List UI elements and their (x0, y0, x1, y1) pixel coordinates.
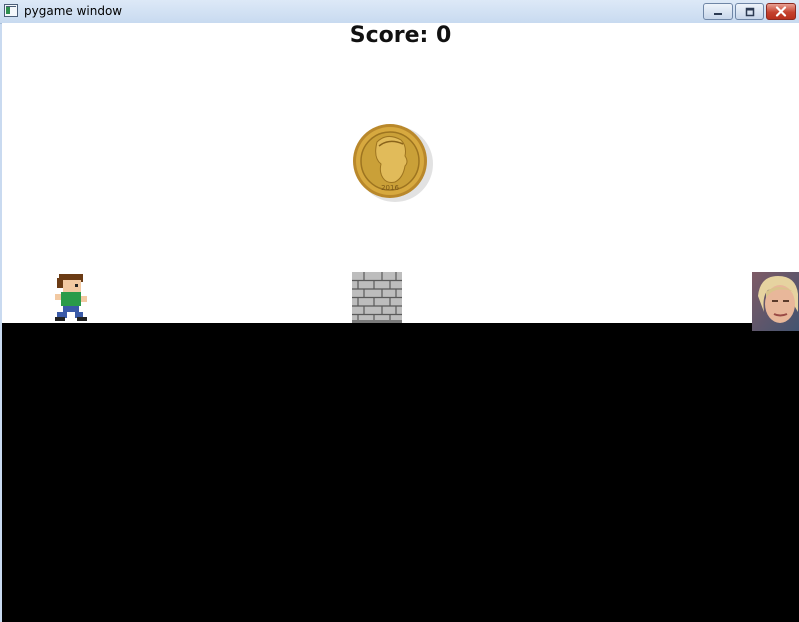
maximize-icon (745, 7, 754, 16)
window-title: pygame window (24, 4, 123, 18)
minimize-button[interactable] (703, 3, 733, 20)
pygame-window: pygame window Score: 0 2016 (0, 0, 799, 622)
coin-sprite: 2016 (353, 124, 433, 202)
enemy-sprite (752, 272, 799, 331)
player-sprite (55, 274, 87, 321)
coin-lettering: 2016 (381, 184, 399, 192)
maximize-button[interactable] (735, 3, 764, 20)
minimize-icon (714, 12, 722, 15)
close-button[interactable] (766, 3, 796, 20)
close-icon (775, 6, 787, 17)
brick-block-sprite (352, 272, 402, 323)
app-icon (4, 4, 18, 17)
title-bar[interactable]: pygame window (0, 0, 799, 24)
game-canvas[interactable]: Score: 0 2016 (2, 23, 799, 622)
ground-floor (2, 323, 799, 622)
score-label: Score: 0 (349, 23, 452, 48)
